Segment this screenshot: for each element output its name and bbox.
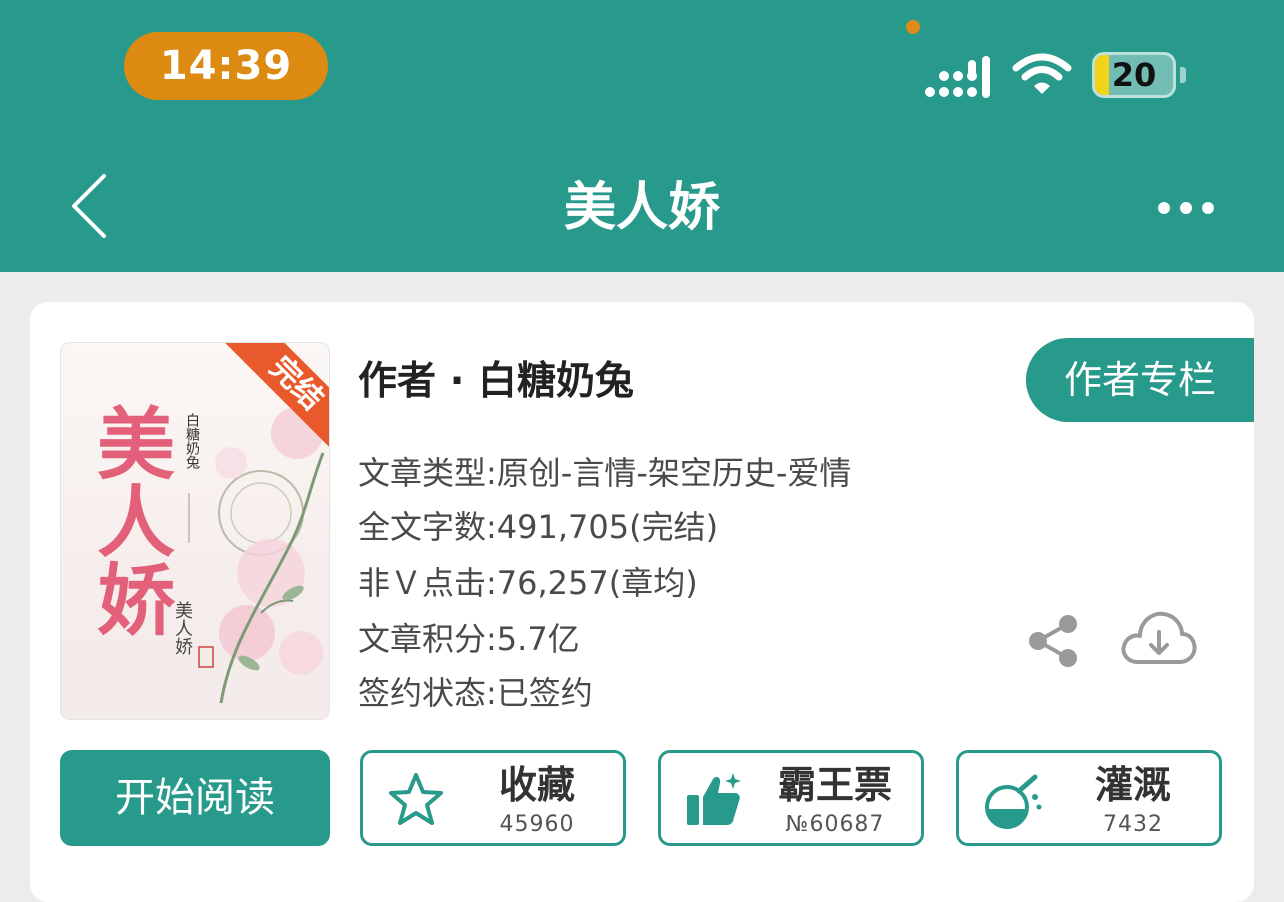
- share-icon[interactable]: [1024, 612, 1082, 670]
- book-cover[interactable]: 完结 美人娇 白糖奶兔 美人娇: [60, 342, 330, 720]
- status-time: 14:39: [124, 32, 328, 100]
- cover-title: 美人娇: [84, 403, 175, 637]
- info-non-vip-clicks: 非Ｖ点击:76,257(章均): [358, 564, 698, 602]
- favorite-label: 收藏: [498, 763, 575, 807]
- irrigate-count: 7432: [1103, 812, 1163, 837]
- chevron-left-icon[interactable]: [60, 170, 120, 242]
- battery-tip: [1180, 67, 1186, 83]
- info-article-score: 文章积分:5.7亿: [358, 620, 580, 658]
- start-reading-button[interactable]: 开始阅读: [60, 750, 330, 846]
- irrigate-label: 灌溉: [1094, 763, 1171, 807]
- more-dots-icon[interactable]: [1154, 196, 1218, 220]
- flask-icon: [985, 774, 1042, 829]
- wifi-icon: [1012, 53, 1072, 94]
- star-icon: [389, 773, 443, 825]
- battery-icon: 20: [1092, 52, 1176, 98]
- thumbs-up-icon: [687, 773, 741, 825]
- author-name[interactable]: 作者 · 白糖奶兔: [358, 352, 978, 412]
- battery-level: 20: [1111, 56, 1157, 94]
- irrigate-button[interactable]: 灌溉 7432: [956, 750, 1222, 846]
- overlord-ticket-count: №60687: [785, 812, 885, 837]
- overlord-ticket-label: 霸王票: [777, 763, 892, 807]
- page-title: 美人娇: [563, 178, 720, 238]
- cover-author: 白糖奶兔: [184, 413, 200, 469]
- favorite-count: 45960: [499, 812, 575, 837]
- author-column-button[interactable]: 作者专栏: [1026, 338, 1254, 422]
- privacy-indicator-dot: [906, 20, 920, 34]
- cover-subtitle: 美人娇: [172, 601, 193, 655]
- cloud-download-icon[interactable]: [1120, 606, 1198, 670]
- info-word-count: 全文字数:491,705(完结): [358, 508, 719, 546]
- overlord-ticket-button[interactable]: 霸王票 №60687: [658, 750, 924, 846]
- app-header: 14:39 20 美人娇: [0, 0, 1284, 272]
- favorite-button[interactable]: 收藏 45960: [360, 750, 626, 846]
- info-article-type: 文章类型:原创-言情-架空历史-爱情: [358, 454, 852, 492]
- info-contract-status: 签约状态:已签约: [358, 674, 593, 712]
- signal-icon: [925, 56, 990, 98]
